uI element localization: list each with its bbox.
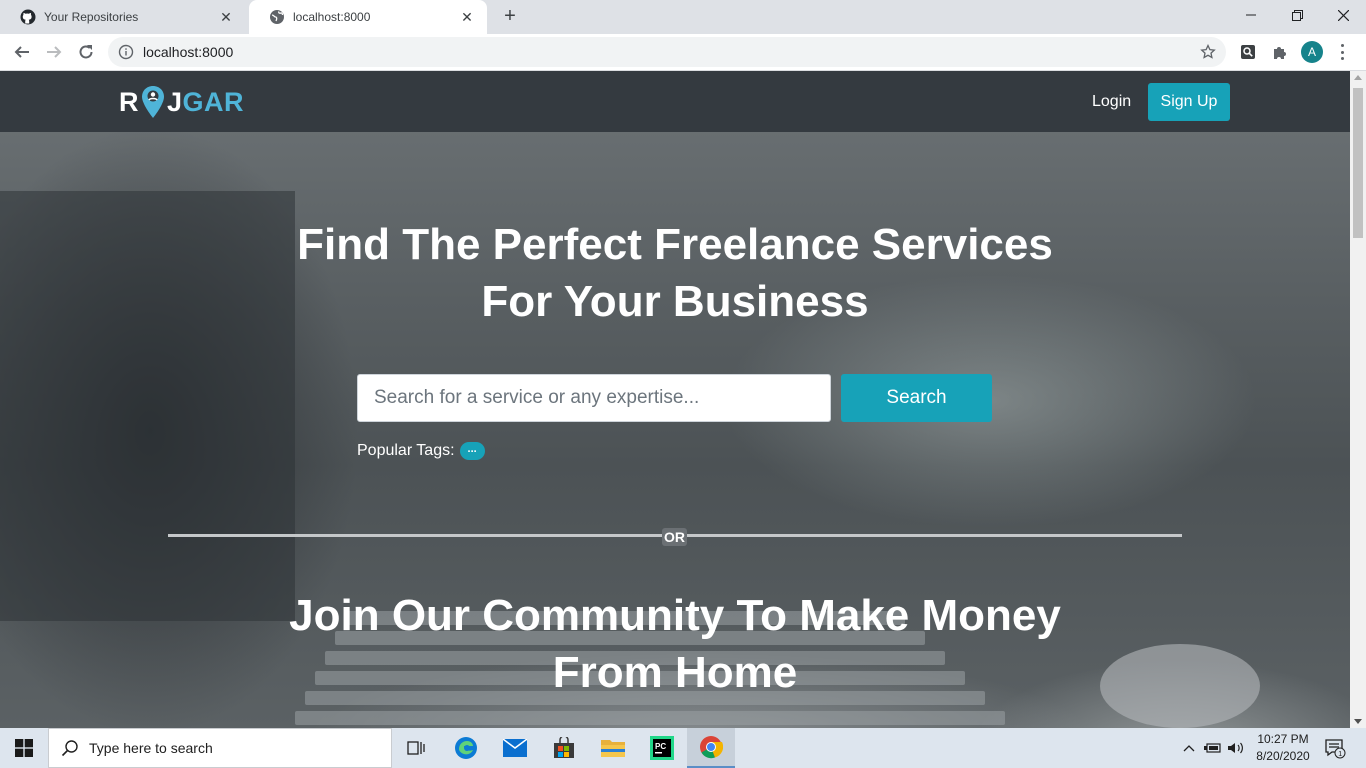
pycharm-icon[interactable]: PC bbox=[638, 728, 686, 768]
clock-date: 8/20/2020 bbox=[1256, 749, 1310, 763]
browser-toolbar: localhost:8000 A bbox=[0, 34, 1366, 71]
logo-text-part3: GAR bbox=[182, 86, 245, 117]
scrollbar-thumb[interactable] bbox=[1353, 88, 1363, 238]
login-link[interactable]: Login bbox=[1082, 84, 1141, 120]
service-search-input[interactable] bbox=[357, 374, 831, 422]
new-tab-icon[interactable]: + bbox=[498, 5, 522, 29]
join-heading-line1: Join Our Community To Make Money bbox=[289, 591, 1061, 640]
microsoft-store-icon[interactable] bbox=[540, 728, 588, 768]
close-tab-icon[interactable]: ✕ bbox=[218, 9, 234, 25]
rojgar-logo[interactable]: R J GAR bbox=[119, 85, 244, 119]
github-icon bbox=[20, 9, 36, 25]
clock-time: 10:27 PM bbox=[1257, 732, 1309, 746]
mail-icon[interactable] bbox=[491, 728, 539, 768]
chrome-menu-icon[interactable] bbox=[1336, 42, 1348, 62]
show-hidden-icons-chevron-icon[interactable] bbox=[1178, 728, 1200, 768]
location-pin-icon bbox=[140, 85, 166, 119]
back-icon[interactable] bbox=[8, 38, 36, 66]
hero-heading-line2: For Your Business bbox=[481, 277, 869, 326]
search-button[interactable]: Search bbox=[841, 374, 992, 422]
tab-your-repositories[interactable]: Your Repositories ✕ bbox=[0, 0, 246, 34]
notification-count: 1 bbox=[1338, 751, 1342, 758]
svg-text:PC: PC bbox=[655, 742, 666, 751]
chrome-icon[interactable] bbox=[687, 728, 735, 768]
volume-icon[interactable] bbox=[1225, 728, 1247, 768]
task-view-icon[interactable] bbox=[392, 728, 440, 768]
taskbar-search-box[interactable]: Type here to search bbox=[48, 728, 392, 768]
or-divider-label: OR bbox=[662, 528, 687, 546]
battery-icon[interactable] bbox=[1202, 728, 1224, 768]
lens-search-icon[interactable] bbox=[1237, 41, 1259, 63]
popular-tags: Popular Tags: ... bbox=[357, 441, 485, 461]
globe-icon bbox=[269, 9, 285, 25]
forward-icon[interactable] bbox=[40, 38, 68, 66]
windows-taskbar: Type here to search PC 10:27 PM 8/20/202… bbox=[0, 728, 1366, 768]
tab-strip: Your Repositories ✕ localhost:8000 ✕ + bbox=[0, 0, 1366, 34]
edge-browser-icon[interactable] bbox=[442, 728, 490, 768]
minimize-icon[interactable] bbox=[1228, 0, 1274, 30]
notification-center-icon[interactable]: 1 bbox=[1320, 728, 1350, 768]
address-bar[interactable]: localhost:8000 bbox=[108, 37, 1226, 67]
url-text: localhost:8000 bbox=[143, 44, 234, 60]
signup-button[interactable]: Sign Up bbox=[1148, 83, 1230, 121]
join-heading: Join Our Community To Make Money From Ho… bbox=[175, 587, 1175, 701]
close-window-icon[interactable] bbox=[1320, 0, 1366, 30]
popular-tags-label: Popular Tags: bbox=[357, 442, 455, 459]
info-icon[interactable] bbox=[118, 44, 134, 60]
windows-start-icon[interactable] bbox=[0, 728, 48, 768]
hero-heading: Find The Perfect Freelance Services For … bbox=[225, 216, 1125, 330]
bookmark-star-icon[interactable] bbox=[1200, 43, 1216, 65]
tab-title: Your Repositories bbox=[44, 10, 139, 24]
system-clock[interactable]: 10:27 PM 8/20/2020 bbox=[1248, 731, 1318, 765]
tab-title: localhost:8000 bbox=[293, 10, 371, 24]
reload-icon[interactable] bbox=[72, 38, 100, 66]
site-navbar: R J GAR Login Sign Up bbox=[0, 71, 1350, 132]
close-tab-icon[interactable]: ✕ bbox=[459, 9, 475, 25]
tab-localhost[interactable]: localhost:8000 ✕ bbox=[249, 0, 487, 34]
restore-icon[interactable] bbox=[1274, 0, 1320, 30]
hero-heading-line1: Find The Perfect Freelance Services bbox=[297, 220, 1053, 269]
profile-avatar[interactable]: A bbox=[1301, 41, 1323, 63]
page-scrollbar[interactable] bbox=[1350, 71, 1366, 728]
logo-text-part2: J bbox=[167, 86, 183, 117]
scroll-up-icon[interactable] bbox=[1354, 75, 1362, 80]
taskbar-search-placeholder: Type here to search bbox=[89, 740, 213, 756]
extensions-puzzle-icon[interactable] bbox=[1269, 41, 1291, 63]
page-viewport: R J GAR Login Sign Up Find The Perfect F… bbox=[0, 71, 1350, 728]
join-heading-line2: From Home bbox=[552, 648, 798, 697]
popular-tag-badge[interactable]: ... bbox=[459, 442, 485, 460]
file-explorer-icon[interactable] bbox=[589, 728, 637, 768]
scroll-down-icon[interactable] bbox=[1354, 719, 1362, 724]
logo-text-part1: R bbox=[119, 86, 139, 117]
search-icon bbox=[61, 739, 79, 757]
